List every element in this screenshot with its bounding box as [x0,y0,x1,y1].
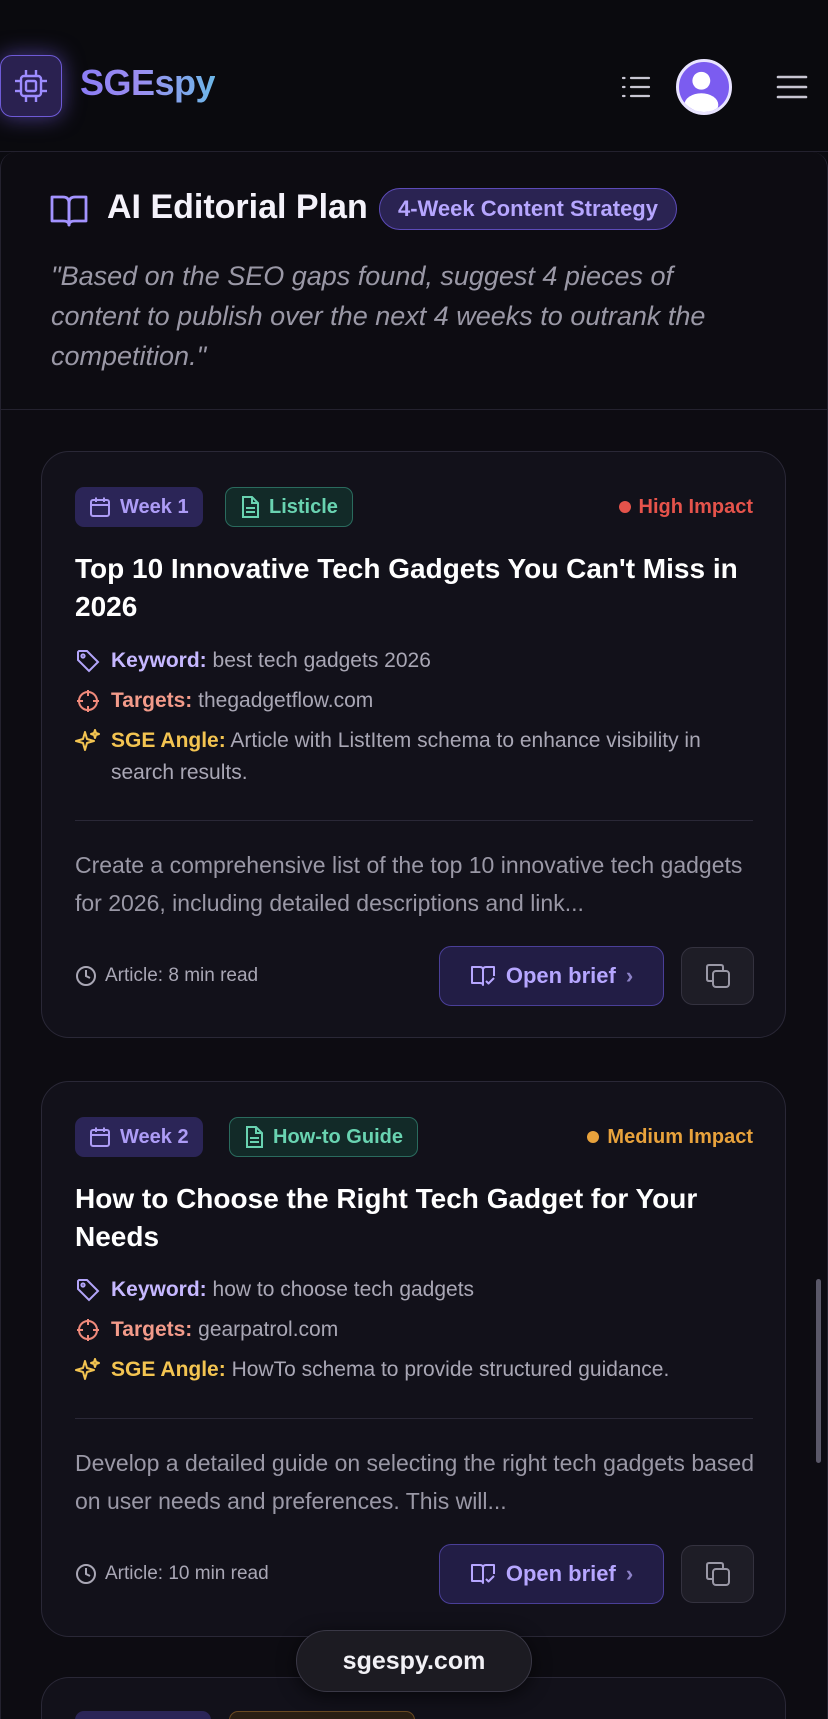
sge-angle-row: SGE Angle: HowTo schema to provide struc… [75,1354,755,1386]
target-icon [75,1314,101,1346]
chevron-right-icon: › [625,963,634,988]
scrollbar[interactable] [816,1279,821,1463]
read-time: Article: 10 min read [75,1563,269,1585]
sge-angle-value: HowTo schema to provide structured guida… [231,1358,670,1381]
clock-icon [76,966,96,986]
open-brief-label: Open brief [505,963,616,988]
read-time-label: Article: 8 min read [105,965,259,986]
week-label: Week 2 [120,1125,189,1148]
targets-value: thegadgetflow.com [198,689,374,712]
calendar-icon [90,1127,110,1147]
divider [75,820,753,821]
type-label: How-to Guide [273,1125,403,1148]
read-time-label: Article: 10 min read [105,1563,269,1584]
open-brief-button[interactable]: Open brief › [439,1544,664,1604]
impact-label: High Impact [638,495,753,518]
type-chip: How-to Guide [229,1117,418,1157]
tag-icon [75,645,101,677]
list-icon[interactable] [618,70,654,104]
card-title: Top 10 Innovative Tech Gadgets You Can't… [75,553,738,622]
keyword-label: Keyword: [111,649,207,672]
type-chip: Listicle [225,487,353,527]
keyword-value: how to choose tech gadgets [212,1278,475,1301]
tag-icon [75,1274,101,1306]
impact-badge: High Impact [618,487,753,527]
book-check-icon [470,966,495,986]
card-description: Create a comprehensive list of the top 1… [75,852,743,916]
panel-header: AI Editorial Plan 4-Week Content Strateg… [1,152,828,410]
chevron-right-icon: › [625,1561,634,1586]
app-logo-text[interactable]: SGEspy [80,62,216,104]
prompt-quote: "Based on the SEO gaps found, suggest 4 … [51,261,706,371]
book-open-icon [49,190,89,230]
copy-button[interactable] [681,947,754,1005]
hamburger-icon[interactable] [774,70,810,104]
copy-icon [705,964,730,988]
open-brief-label: Open brief [505,1561,616,1586]
card-title: How to Choose the Right Tech Gadget for … [75,1183,698,1252]
sparkles-icon [75,1354,101,1386]
keyword-row: Keyword: best tech gadgets 2026 [75,645,755,677]
sge-angle-label: SGE Angle: [111,729,226,752]
sge-angle-label: SGE Angle: [111,1358,226,1381]
clock-icon [76,1564,96,1584]
targets-row: Targets: gearpatrol.com [75,1314,755,1346]
top-bar: SGEspy [0,0,828,152]
keyword-row: Keyword: how to choose tech gadgets [75,1274,755,1306]
impact-label: Medium Impact [607,1125,753,1148]
keyword-value: best tech gadgets 2026 [212,649,431,672]
targets-label: Targets: [111,689,193,712]
targets-value: gearpatrol.com [198,1318,339,1341]
page-title: AI Editorial Plan [107,188,368,226]
week-chip: Week 2 [75,1117,203,1157]
copy-icon [705,1562,730,1586]
avatar[interactable] [676,59,732,115]
divider [75,1418,753,1419]
content-card: Week 1 Listicle High Impact Top 10 Innov… [41,451,786,1038]
week-label: Week 1 [120,495,189,518]
target-icon [75,685,101,717]
keyword-label: Keyword: [111,1278,207,1301]
targets-label: Targets: [111,1318,193,1341]
type-chip [229,1711,415,1719]
document-icon [242,496,259,518]
impact-badge: Medium Impact [587,1117,753,1157]
targets-row: Targets: thegadgetflow.com [75,685,755,717]
open-brief-button[interactable]: Open brief › [439,946,664,1006]
card-description: Develop a detailed guide on selecting th… [75,1450,754,1514]
week-chip: Week 1 [75,487,203,527]
domain-pill: sgespy.com [296,1630,532,1692]
book-check-icon [470,1564,495,1584]
document-icon [246,1126,263,1148]
sparkles-icon [75,725,101,757]
chip-icon[interactable] [0,55,62,117]
type-label: Listicle [269,495,338,518]
calendar-icon [90,497,110,517]
sge-angle-row: SGE Angle: Article with ListItem schema … [75,725,755,789]
impact-dot [587,1131,600,1143]
week-chip [75,1711,211,1719]
strategy-badge: 4-Week Content Strategy [379,188,677,230]
read-time: Article: 8 min read [75,965,258,987]
content-card: Week 2 How-to Guide Medium Impact How to… [41,1081,786,1637]
impact-dot [618,501,631,513]
copy-button[interactable] [681,1545,754,1603]
